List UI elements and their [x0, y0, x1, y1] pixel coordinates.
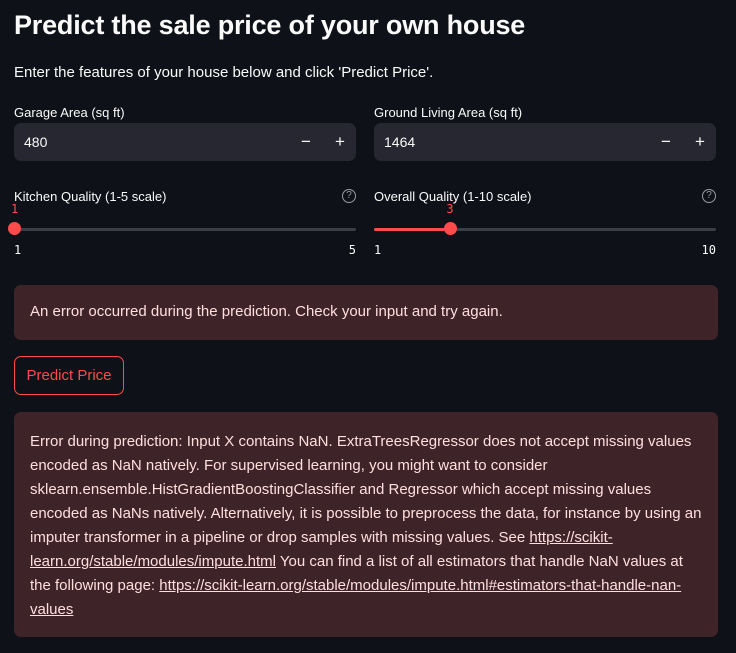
predict-price-button[interactable]: Predict Price — [14, 356, 124, 395]
garage-area-label: Garage Area (sq ft) — [14, 105, 125, 120]
page-title: Predict the sale price of your own house — [14, 10, 526, 40]
garage-area-decrement-button[interactable]: − — [290, 123, 322, 161]
error-alert: An error occurred during the prediction.… — [14, 285, 718, 340]
page-subtitle: Enter the features of your house below a… — [14, 64, 434, 81]
kitchen-quality-group: Kitchen Quality (1-5 scale) ? 1 1 5 — [8, 189, 356, 261]
slider-track — [14, 228, 356, 231]
slider-max-label: 5 — [348, 243, 356, 257]
ground-living-area-label: Ground Living Area (sq ft) — [374, 105, 523, 120]
slider-fill — [374, 228, 450, 231]
slider-value-label: 1 — [11, 202, 19, 216]
slider-thumb[interactable] — [8, 222, 21, 235]
garage-area-input[interactable] — [14, 123, 294, 161]
slider-min-label: 1 — [14, 243, 22, 257]
ground-living-area-input[interactable] — [374, 123, 654, 161]
ground-living-area-decrement-button[interactable]: − — [650, 123, 682, 161]
slider-thumb[interactable] — [444, 222, 457, 235]
garage-area-increment-button[interactable]: + — [324, 123, 356, 161]
ground-living-area-box: − + — [374, 123, 716, 161]
slider-value-label: 3 — [446, 202, 454, 216]
slider-min-label: 1 — [374, 243, 382, 257]
garage-area-group: Garage Area (sq ft) − + — [14, 105, 356, 165]
garage-area-box: − + — [14, 123, 356, 161]
ground-living-area-increment-button[interactable]: + — [684, 123, 716, 161]
overall-quality-slider[interactable]: 3 1 10 — [374, 189, 716, 259]
overall-quality-group: Overall Quality (1-10 scale) ? 3 1 10 — [374, 189, 716, 261]
kitchen-quality-slider[interactable]: 1 1 5 — [8, 189, 356, 259]
ground-living-area-group: Ground Living Area (sq ft) − + — [374, 105, 716, 165]
slider-max-label: 10 — [701, 243, 716, 257]
error-detail-alert: Error during prediction: Input X contain… — [14, 412, 718, 637]
